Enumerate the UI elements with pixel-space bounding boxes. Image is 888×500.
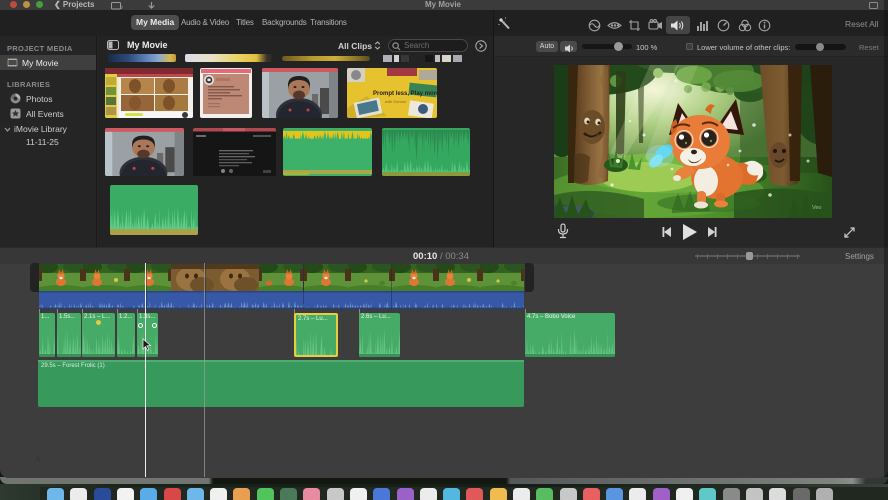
svg-text:Veo: Veo (812, 205, 821, 211)
svg-text:with Gemini: with Gemini (385, 99, 406, 104)
svg-text:Prompt less, Play more: Prompt less, Play more (373, 91, 437, 97)
